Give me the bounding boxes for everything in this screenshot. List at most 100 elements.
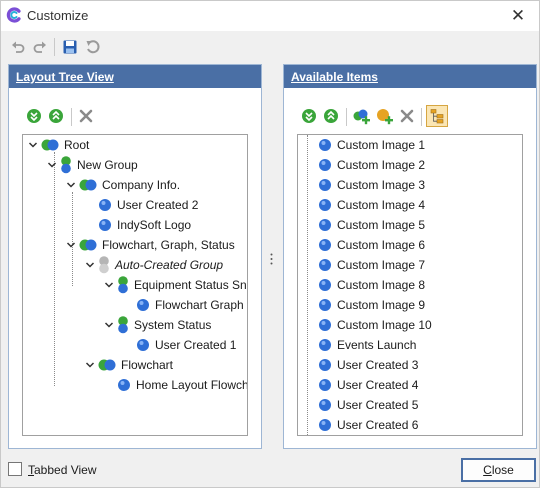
- tree-node[interactable]: Flowchart Graph: [122, 296, 244, 314]
- tree-view-toggle[interactable]: [426, 105, 448, 127]
- splitter-grip-icon[interactable]: [270, 253, 273, 265]
- item-icon: [319, 299, 331, 311]
- collapse-all-button[interactable]: [322, 107, 340, 125]
- tree-node[interactable]: Home Layout Flowcha: [103, 376, 247, 394]
- list-item-label: User Created 3: [337, 358, 419, 372]
- tree-node[interactable]: New Group: [46, 156, 138, 174]
- delete-button[interactable]: [398, 107, 416, 125]
- window-close-button[interactable]: ✕: [507, 6, 529, 26]
- expand-all-icon: [27, 109, 41, 123]
- tree-node[interactable]: Flowchart: [84, 356, 173, 374]
- add-item-button[interactable]: [375, 107, 393, 125]
- list-item[interactable]: User Created 5: [318, 396, 418, 414]
- layout-tree-tools: [9, 105, 261, 129]
- tree-node-label: Auto-Created Group: [115, 258, 224, 272]
- save-button[interactable]: [61, 38, 79, 56]
- item-icon: [99, 199, 111, 211]
- tree-node-label: System Status: [134, 318, 212, 332]
- tree-view-icon: [430, 109, 444, 124]
- collapse-all-button[interactable]: [47, 107, 65, 125]
- tree-node[interactable]: User Created 2: [84, 196, 198, 214]
- item-icon: [319, 399, 331, 411]
- tree-node[interactable]: Equipment Status Sna: [103, 276, 248, 294]
- expand-all-icon: [302, 109, 316, 123]
- list-item[interactable]: User Created 6: [318, 416, 418, 434]
- list-item-label: Events Launch: [337, 338, 417, 352]
- tree-node[interactable]: Auto-Created Group: [84, 256, 223, 274]
- item-icon: [319, 179, 331, 191]
- tree-node-label: User Created 1: [155, 338, 237, 352]
- panel-header: Layout Tree View: [9, 65, 261, 88]
- reset-button[interactable]: [84, 38, 102, 56]
- item-icon: [319, 139, 331, 151]
- vertical-group-icon: [118, 316, 128, 334]
- tree-node[interactable]: Company Info.: [65, 176, 180, 194]
- tabbed-view-checkbox[interactable]: [8, 462, 22, 476]
- chevron-down-icon[interactable]: [103, 279, 115, 291]
- list-item-label: Custom Image 2: [337, 158, 426, 172]
- item-icon: [319, 359, 331, 371]
- tree-node[interactable]: Flowchart, Graph, Status: [65, 236, 235, 254]
- list-item-label: Custom Image 9: [337, 298, 426, 312]
- item-icon: [118, 379, 130, 391]
- list-item[interactable]: Custom Image 7: [318, 256, 425, 274]
- tree-node-label: Equipment Status Sna: [134, 278, 248, 292]
- horizontal-group-icon: [41, 139, 59, 151]
- chevron-down-icon[interactable]: [46, 159, 58, 171]
- close-button[interactable]: Close: [461, 458, 536, 482]
- list-item-label: User Created 5: [337, 398, 419, 412]
- list-item-label: User Created 4: [337, 378, 419, 392]
- tree-node[interactable]: System Status: [103, 316, 211, 334]
- available-items-list: Custom Image 1 Custom Image 2 Custom Image…: [297, 134, 523, 436]
- delete-button[interactable]: [77, 107, 95, 125]
- reset-icon: [86, 40, 100, 54]
- chevron-down-icon[interactable]: [84, 359, 96, 371]
- collapse-all-icon: [49, 109, 63, 123]
- list-item[interactable]: Custom Image 10: [318, 316, 432, 334]
- chevron-down-icon[interactable]: [27, 139, 39, 151]
- list-item[interactable]: Custom Image 9: [318, 296, 425, 314]
- panel-header: Available Items: [284, 65, 536, 88]
- tree-node[interactable]: IndySoft Logo: [84, 216, 191, 234]
- list-item[interactable]: User Created 4: [318, 376, 418, 394]
- undo-button[interactable]: [9, 38, 27, 56]
- list-item[interactable]: Custom Image 8: [318, 276, 425, 294]
- list-item[interactable]: Custom Image 5: [318, 216, 425, 234]
- list-item-label: Custom Image 8: [337, 278, 426, 292]
- list-item[interactable]: User Created 3: [318, 356, 418, 374]
- list-item-label: Custom Image 10: [337, 318, 432, 332]
- expand-all-button[interactable]: [300, 107, 318, 125]
- expand-all-button[interactable]: [25, 107, 43, 125]
- list-item[interactable]: Events Launch: [318, 336, 416, 354]
- chevron-down-icon[interactable]: [65, 179, 77, 191]
- list-item[interactable]: Custom Image 1: [318, 136, 425, 154]
- item-icon: [319, 319, 331, 331]
- add-group-icon: [353, 109, 370, 125]
- chevron-down-icon[interactable]: [103, 319, 115, 331]
- chevron-down-icon[interactable]: [65, 239, 77, 251]
- item-icon: [99, 219, 111, 231]
- list-item-label: Custom Image 7: [337, 258, 426, 272]
- list-item[interactable]: Custom Image 4: [318, 196, 425, 214]
- item-icon: [137, 339, 149, 351]
- app-logo-icon: [6, 7, 21, 23]
- list-item[interactable]: Custom Image 6: [318, 236, 425, 254]
- item-icon: [319, 159, 331, 171]
- tools-separator: [421, 108, 422, 126]
- panel-title: Available Items: [291, 70, 378, 84]
- title-bar: Customize ✕: [1, 1, 539, 31]
- tree-node[interactable]: Root: [27, 136, 89, 154]
- delete-icon: [400, 109, 414, 123]
- collapse-all-icon: [324, 109, 338, 123]
- add-group-button[interactable]: [352, 107, 370, 125]
- tree-node[interactable]: User Created 1: [122, 336, 236, 354]
- list-item[interactable]: Custom Image 2: [318, 156, 425, 174]
- tree-node-label: IndySoft Logo: [117, 218, 192, 232]
- tabbed-view-label[interactable]: Tabbed View: [28, 463, 97, 477]
- chevron-down-icon[interactable]: [84, 259, 96, 271]
- list-item[interactable]: Custom Image 3: [318, 176, 425, 194]
- panel-title: Layout Tree View: [16, 70, 114, 84]
- item-icon: [319, 199, 331, 211]
- redo-button[interactable]: [31, 38, 49, 56]
- vertical-group-icon: [61, 156, 71, 174]
